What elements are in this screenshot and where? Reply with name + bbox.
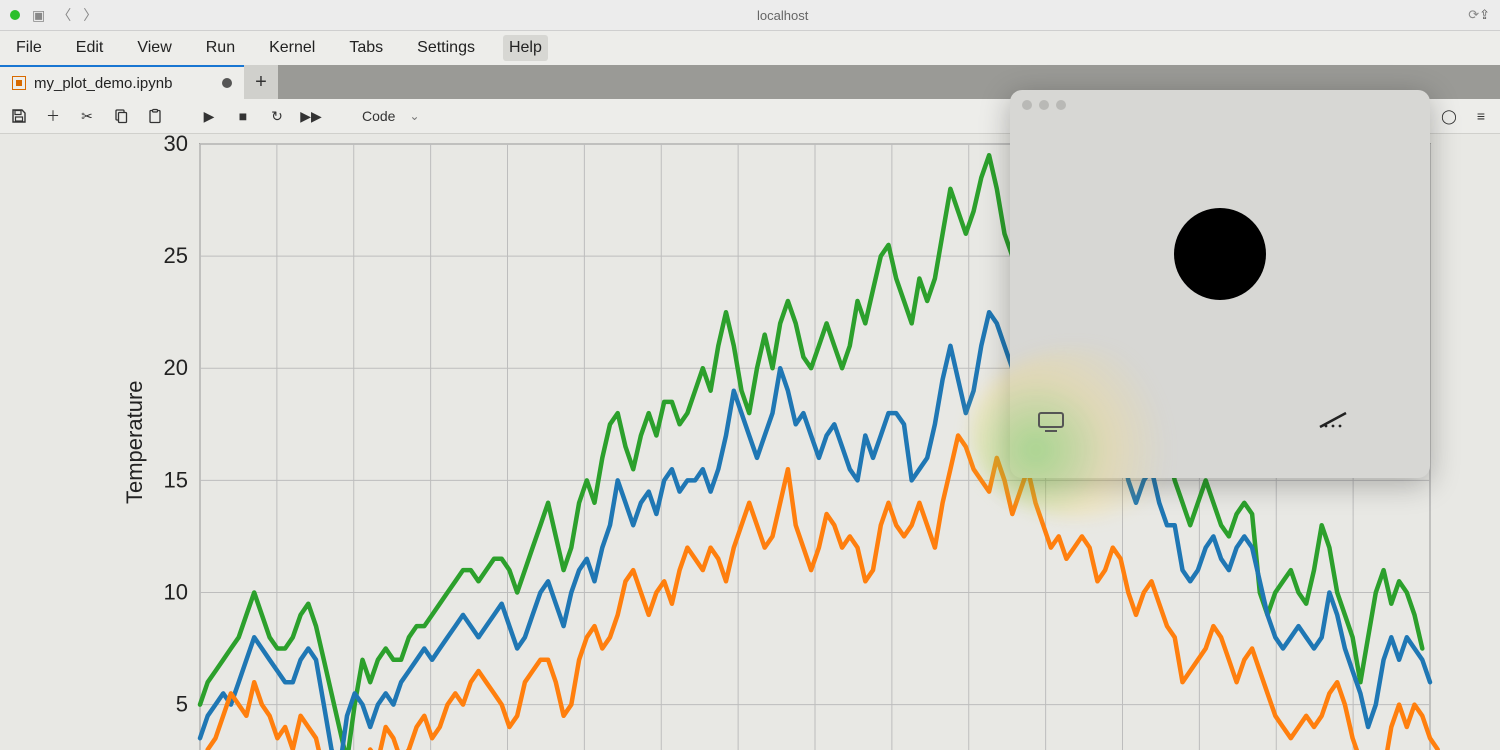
toolbar-right: ◯ ≡ bbox=[1440, 108, 1490, 125]
browser-toolbar-left: ▣ 〈 〉 bbox=[10, 5, 97, 25]
menu-file[interactable]: File bbox=[10, 35, 48, 61]
add-cell-icon[interactable]: ＋ bbox=[44, 106, 62, 126]
floating-overlay-window[interactable] bbox=[1010, 90, 1430, 478]
display-icon[interactable] bbox=[1038, 411, 1064, 438]
svg-text:25: 25 bbox=[164, 243, 188, 268]
overlay-traffic-lights[interactable] bbox=[1022, 100, 1066, 110]
restart-icon[interactable]: ↻ bbox=[268, 108, 286, 125]
forward-icon[interactable]: 〉 bbox=[83, 5, 97, 25]
jupyter-menu-bar: File Edit View Run Kernel Tabs Settings … bbox=[0, 31, 1500, 65]
svg-text:20: 20 bbox=[164, 355, 188, 380]
notebook-tab[interactable]: my_plot_demo.ipynb bbox=[0, 65, 244, 99]
cell-type-label: Code bbox=[362, 108, 395, 124]
browser-toolbar-center-right: ⟳ bbox=[1468, 7, 1479, 23]
svg-text:5: 5 bbox=[176, 692, 188, 717]
menu-kernel[interactable]: Kernel bbox=[263, 35, 321, 61]
menu-settings[interactable]: Settings bbox=[411, 35, 481, 61]
paste-icon[interactable] bbox=[146, 108, 164, 124]
browser-toolbar: ▣ 〈 〉 localhost ⟳ ⇪ bbox=[0, 0, 1500, 31]
svg-text:30: 30 bbox=[164, 134, 188, 156]
svg-text:10: 10 bbox=[164, 579, 188, 604]
reload-icon[interactable]: ⟳ bbox=[1468, 7, 1479, 23]
menu-help[interactable]: Help bbox=[503, 35, 548, 61]
notebook-icon bbox=[12, 76, 26, 90]
traffic-light-green bbox=[10, 10, 20, 20]
menu-tabs[interactable]: Tabs bbox=[343, 35, 389, 61]
svg-text:15: 15 bbox=[164, 467, 188, 492]
sidebar-toggle-icon[interactable]: ▣ bbox=[32, 7, 45, 24]
record-indicator-icon bbox=[1174, 208, 1266, 300]
menu-icon[interactable]: ≡ bbox=[1472, 108, 1490, 124]
run-icon[interactable]: ▶ bbox=[200, 108, 218, 125]
y-axis-label: Temperature bbox=[122, 380, 148, 504]
unsaved-indicator-icon bbox=[222, 78, 232, 88]
notebook-tab-label: my_plot_demo.ipynb bbox=[34, 75, 172, 92]
share-icon[interactable]: ⇪ bbox=[1479, 7, 1490, 23]
address-bar[interactable]: localhost bbox=[97, 8, 1468, 23]
back-icon[interactable]: 〈 bbox=[57, 5, 71, 25]
menu-edit[interactable]: Edit bbox=[70, 35, 110, 61]
chevron-down-icon: ⌄ bbox=[409, 109, 419, 123]
menu-run[interactable]: Run bbox=[200, 35, 241, 61]
menu-view[interactable]: View bbox=[131, 35, 177, 61]
stop-icon[interactable]: ■ bbox=[234, 108, 252, 124]
kernel-status-icon[interactable]: ◯ bbox=[1440, 108, 1458, 125]
copy-icon[interactable] bbox=[112, 108, 130, 124]
new-tab-button[interactable]: + bbox=[244, 65, 278, 99]
cell-type-select[interactable]: Code ⌄ bbox=[356, 106, 426, 126]
run-all-icon[interactable]: ▶▶ bbox=[302, 108, 320, 125]
browser-toolbar-right: ⇪ bbox=[1479, 7, 1490, 23]
overlay-glow bbox=[970, 348, 1190, 518]
mute-slash-icon[interactable] bbox=[1318, 411, 1348, 434]
save-icon[interactable] bbox=[10, 108, 28, 124]
cut-icon[interactable]: ✂ bbox=[78, 108, 96, 125]
